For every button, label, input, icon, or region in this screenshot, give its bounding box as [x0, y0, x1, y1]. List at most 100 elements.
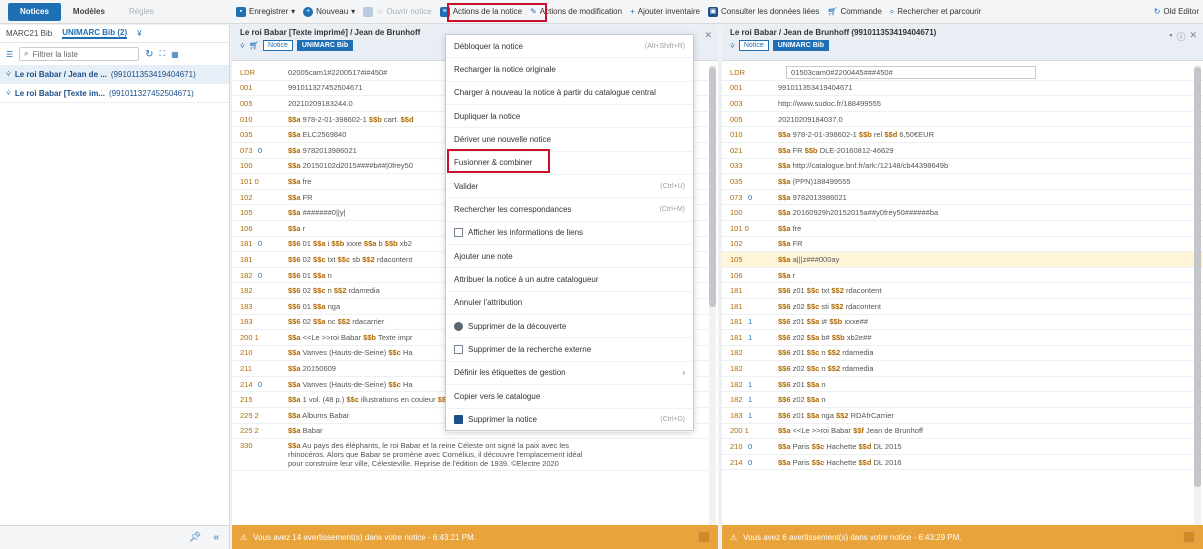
field-value[interactable]: $$a a|||z###000ay: [778, 255, 839, 264]
field-value[interactable]: $$a FR: [778, 239, 803, 248]
info-icon[interactable]: ⓘ: [1176, 30, 1185, 43]
field-row[interactable]: 182 $$6 z01 $$c n $$2 rdamedia: [722, 346, 1203, 362]
field-row[interactable]: 003 http://www.sudoc.fr/188499555: [722, 96, 1203, 112]
menu-item[interactable]: Copier vers le catalogue: [446, 385, 693, 409]
field-row[interactable]: 210 0 $$a Paris $$c Hachette $$d DL 2015: [722, 439, 1203, 455]
pin-icon[interactable]: 📌︎: [189, 532, 202, 543]
field-row[interactable]: 035 $$a (PPN)188499555: [722, 174, 1203, 190]
open-record-button[interactable]: ☆ Ouvrir notice: [359, 0, 436, 24]
field-row[interactable]: 010 $$a 978-2-01-398602-1 $$b rel $$d 6,5…: [722, 127, 1203, 143]
old-editor-button[interactable]: ↻ Old Editor: [1150, 0, 1203, 24]
field-row[interactable]: LDR 01503cam0#2200445###450#: [722, 65, 1203, 81]
tab-unimarc-bib[interactable]: UNIMARC Bib (2): [62, 28, 128, 39]
menu-item[interactable]: Dupliquer la notice: [446, 105, 693, 129]
field-value[interactable]: $$a 20160929h20152015a##y0frey50######ba: [778, 208, 938, 217]
field-value[interactable]: $$a r: [778, 271, 795, 280]
field-value[interactable]: $$6 01 $$a i $$b xxxe $$a b $$b xb2: [288, 239, 412, 248]
field-row[interactable]: 200 1 $$a <<Le >>roi Babar $$f Jean de Br…: [722, 424, 1203, 440]
menu-item[interactable]: Supprimer la notice (Ctrl+D): [446, 409, 693, 432]
field-value[interactable]: $$6 z01 $$a n: [778, 380, 826, 389]
close-icon[interactable]: ✕: [704, 30, 712, 41]
field-value[interactable]: http://www.sudoc.fr/188499555: [778, 99, 881, 108]
field-value[interactable]: $$a Babar: [288, 426, 323, 435]
toggle-icon[interactable]: [698, 531, 710, 543]
field-row[interactable]: 182 $$6 z02 $$c n $$2 rdamedia: [722, 361, 1203, 377]
field-value[interactable]: $$a 20150609: [288, 364, 336, 373]
menu-item[interactable]: Annuler l'attribution: [446, 292, 693, 316]
menu-item[interactable]: Fusionner & combiner: [446, 152, 693, 176]
field-value[interactable]: $$a FR $$b DLE-20160812-46629: [778, 146, 894, 155]
list-item[interactable]: ⩒ Le roi Babar / Jean de ... (9910113534…: [0, 65, 229, 84]
field-value[interactable]: $$a Paris $$c Hachette $$d DL 2016: [778, 458, 902, 467]
menu-item[interactable]: Recharger la notice originale: [446, 58, 693, 82]
field-value[interactable]: 01503cam0#2200445###450#: [786, 65, 1036, 79]
menu-item[interactable]: Attribuer la notice à un autre catalogue…: [446, 268, 693, 292]
field-row[interactable]: 105 $$a a|||z###000ay: [722, 252, 1203, 268]
menu-item[interactable]: Dériver une nouvelle notice: [446, 128, 693, 152]
field-value[interactable]: $$6 z02 $$a n: [778, 395, 826, 404]
field-row[interactable]: 183 1 $$6 z01 $$a nga $$2 RDAfrCarrier: [722, 408, 1203, 424]
field-row[interactable]: 073 0 $$a 9782013986021: [722, 190, 1203, 206]
menu-item[interactable]: Charger à nouveau la notice à partir du …: [446, 82, 693, 106]
field-row[interactable]: 181 $$6 z01 $$c txt $$2 rdacontent: [722, 283, 1203, 299]
field-value[interactable]: $$6 z01 $$a i# $$b xxxe##: [778, 317, 868, 326]
save-icon[interactable]: ▪: [1169, 30, 1172, 43]
sliders-icon[interactable]: ☰: [6, 50, 13, 59]
field-row[interactable]: 100 $$a 20160929h20152015a##y0frey50#####…: [722, 205, 1203, 221]
field-value[interactable]: $$6 01 $$a nga: [288, 302, 340, 311]
field-value[interactable]: $$a Vanves (Hauts-de-Seine) $$c Ha: [288, 348, 413, 357]
field-value[interactable]: $$a 20150102d2015####b##|0frey50: [288, 161, 413, 170]
field-value[interactable]: $$a http://catalogue.bnf.fr/ark:/12148/c…: [778, 161, 948, 170]
collapse-icon[interactable]: «: [213, 532, 219, 543]
field-row[interactable]: 182 1 $$6 z01 $$a n: [722, 377, 1203, 393]
save-button[interactable]: ▪ Enregistrer ▾: [232, 0, 299, 24]
linked-data-button[interactable]: ▣ Consulter les données liées: [704, 0, 823, 24]
field-value[interactable]: $$6 z02 $$c sti $$2 rdacontent: [778, 302, 881, 311]
field-value[interactable]: $$a #######0||y|: [288, 208, 346, 217]
field-row[interactable]: 005 20210209184037.0: [722, 112, 1203, 128]
scrollbar[interactable]: [1194, 65, 1201, 525]
field-value[interactable]: $$a 9782013986021: [288, 146, 357, 155]
field-row[interactable]: 101 0 $$a fre: [722, 221, 1203, 237]
new-button[interactable]: + Nouveau ▾: [299, 0, 359, 24]
field-value[interactable]: $$a Albums Babar: [288, 411, 349, 420]
refresh-icon[interactable]: ↻: [145, 49, 153, 60]
list-item[interactable]: ⩒ Le roi Babar [Texte im... (99101132745…: [0, 84, 229, 103]
field-value[interactable]: 20210209183244.0: [288, 99, 353, 108]
field-value[interactable]: $$a Paris $$c Hachette $$d DL 2015: [778, 442, 902, 451]
field-row[interactable]: 181 $$6 z02 $$c sti $$2 rdacontent: [722, 299, 1203, 315]
edit-actions-menu-button[interactable]: ✎ Actions de modification: [526, 0, 626, 24]
field-row[interactable]: 021 $$a FR $$b DLE-20160812-46629: [722, 143, 1203, 159]
menu-item[interactable]: Définir les étiquettes de gestion ›: [446, 362, 693, 386]
add-inventory-button[interactable]: + Ajouter inventaire: [626, 0, 704, 24]
menu-item[interactable]: Rechercher les correspondances (Ctrl+M): [446, 198, 693, 222]
field-value[interactable]: $$a Vanves (Hauts-de-Seine) $$c Ha: [288, 380, 413, 389]
field-value[interactable]: $$a 978-2-01-398602-1 $$b rel $$d 6,50€E…: [778, 130, 934, 139]
field-value[interactable]: $$a fre: [778, 224, 801, 233]
field-row[interactable]: 181 1 $$6 z01 $$a i# $$b xxxe##: [722, 315, 1203, 331]
search-browse-button[interactable]: ⌕ Rechercher et parcourir: [886, 0, 986, 24]
toggle-icon[interactable]: [1183, 531, 1195, 543]
chevron-down-icon[interactable]: ¥: [137, 29, 141, 38]
field-value[interactable]: 991011353419404671: [778, 83, 853, 92]
field-value[interactable]: $$a r: [288, 224, 305, 233]
field-value[interactable]: $$a <<Le >>roi Babar $$f Jean de Brunhof…: [778, 426, 923, 435]
checkbox[interactable]: [454, 345, 463, 355]
field-value[interactable]: 02005cam1#2200517#i#450#: [288, 68, 387, 77]
tab-notices[interactable]: Notices: [8, 2, 61, 21]
field-value[interactable]: $$a 9782013986021: [778, 193, 847, 202]
checkbox[interactable]: [454, 228, 463, 238]
field-row[interactable]: 330 $$a Au pays des éléphants, le roi Bab…: [232, 439, 718, 472]
field-value[interactable]: $$6 01 $$a n: [288, 271, 332, 280]
scrollbar[interactable]: [709, 65, 716, 525]
field-value[interactable]: $$a fre: [288, 177, 311, 186]
field-value[interactable]: $$6 02 $$c n $$2 rdamedia: [288, 286, 380, 295]
field-value[interactable]: $$6 02 $$c txt $$c sb $$2 rdacontent: [288, 255, 412, 264]
field-value[interactable]: $$6 z02 $$c n $$2 rdamedia: [778, 364, 874, 373]
field-value[interactable]: $$6 z01 $$a nga $$2 RDAfrCarrier: [778, 411, 894, 420]
layout-icon[interactable]: ▦: [171, 50, 179, 59]
order-button[interactable]: 🛒︎ Commande: [823, 0, 886, 24]
field-row[interactable]: 033 $$a http://catalogue.bnf.fr/ark:/1214…: [722, 159, 1203, 175]
field-value[interactable]: 991011327452504671: [288, 83, 363, 92]
menu-item[interactable]: Ajouter une note: [446, 245, 693, 269]
